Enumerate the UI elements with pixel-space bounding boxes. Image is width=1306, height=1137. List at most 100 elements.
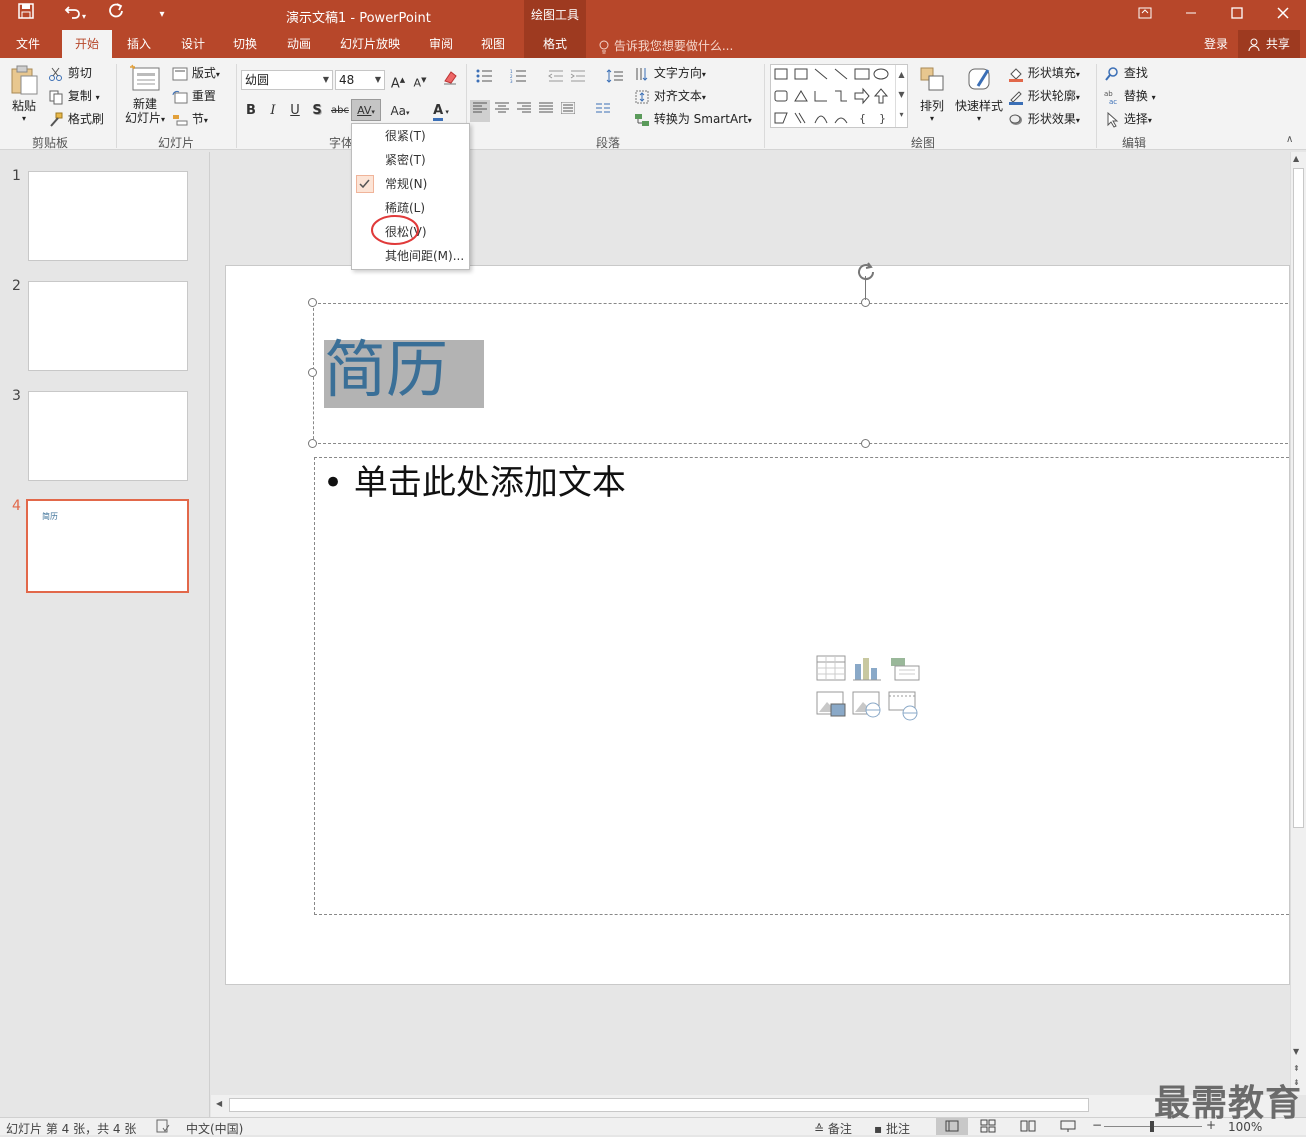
numbering-icon[interactable]: 123: [504, 69, 534, 91]
font-size-combo[interactable]: 48 ▼: [335, 70, 385, 90]
hscroll-thumb[interactable]: [229, 1098, 1089, 1112]
tab-transitions[interactable]: 切换: [222, 30, 268, 58]
undo-icon[interactable]: ▾: [58, 3, 92, 27]
align-right-icon[interactable]: [514, 100, 534, 122]
scroll-up-icon[interactable]: ▲: [1293, 154, 1299, 163]
text-direction-button[interactable]: 文字方向▾: [634, 64, 706, 82]
shape-fill-button[interactable]: 形状填充▾: [1008, 64, 1080, 82]
tab-view[interactable]: 视图: [470, 30, 516, 58]
close-icon[interactable]: [1260, 0, 1306, 30]
bold-button[interactable]: B: [241, 100, 261, 122]
notes-button[interactable]: ≙ 备注: [814, 1120, 852, 1137]
horizontal-scrollbar[interactable]: ◀: [211, 1095, 1290, 1117]
customize-qat-icon[interactable]: ▾: [150, 3, 174, 27]
paste-button[interactable]: 粘贴 ▾: [8, 64, 40, 123]
scroll-thumb[interactable]: [1293, 168, 1304, 828]
tab-slideshow[interactable]: 幻灯片放映: [330, 30, 410, 58]
resize-handle[interactable]: [308, 368, 317, 377]
minimize-icon[interactable]: [1168, 0, 1214, 30]
body-text[interactable]: • 单击此处添加文本: [323, 460, 626, 506]
zoom-out-icon[interactable]: −: [1092, 1118, 1102, 1132]
shape-effects-button[interactable]: 形状效果▾: [1008, 110, 1080, 128]
reading-view-icon[interactable]: [1020, 1119, 1036, 1136]
reset-button[interactable]: 重置: [172, 87, 216, 104]
slide-title[interactable]: 简历: [324, 332, 448, 408]
slide-thumbnail-2[interactable]: [28, 281, 188, 371]
copy-button[interactable]: 复制 ▾: [48, 87, 100, 105]
character-spacing-button[interactable]: AV▾: [351, 99, 381, 121]
strikethrough-button[interactable]: abc: [329, 100, 351, 122]
justify-icon[interactable]: [536, 100, 556, 122]
columns-icon[interactable]: [590, 100, 620, 122]
resize-handle[interactable]: [861, 439, 870, 448]
slide-editor[interactable]: 简历 • 单击此处添加文本: [225, 262, 1294, 985]
line-spacing-icon[interactable]: [600, 69, 630, 91]
shrink-font-icon[interactable]: A▼: [410, 69, 430, 91]
section-button[interactable]: 节▾: [172, 110, 208, 127]
redo-icon[interactable]: [104, 3, 128, 27]
bullets-icon[interactable]: [470, 69, 500, 91]
decrease-indent-icon[interactable]: [546, 69, 566, 91]
slideshow-view-icon[interactable]: [1060, 1119, 1076, 1136]
language-status[interactable]: 中文(中国): [186, 1120, 243, 1137]
scroll-left-icon[interactable]: ◀: [216, 1099, 222, 1108]
align-center-icon[interactable]: [492, 100, 512, 122]
convert-smartart-button[interactable]: 转换为 SmartArt▾: [634, 110, 752, 128]
arrange-button[interactable]: 排列 ▾: [914, 64, 950, 123]
slide-thumbnail-1[interactable]: [28, 171, 188, 261]
spacing-normal[interactable]: 常规(N): [352, 172, 469, 196]
maximize-icon[interactable]: [1214, 0, 1260, 30]
collapse-ribbon-icon[interactable]: ∧: [1286, 134, 1293, 145]
tab-animations[interactable]: 动画: [276, 30, 322, 58]
shapes-gallery[interactable]: {} ▲ ▼ ▾: [770, 64, 908, 128]
clear-format-icon[interactable]: [440, 69, 460, 91]
underline-button[interactable]: U: [285, 100, 305, 122]
resize-handle[interactable]: [308, 298, 317, 307]
find-button[interactable]: 查找: [1104, 64, 1148, 82]
login-link[interactable]: 登录: [1196, 30, 1236, 58]
comments-button[interactable]: ▪ 批注: [874, 1120, 910, 1137]
title-placeholder[interactable]: 简历: [313, 303, 1293, 444]
distributed-icon[interactable]: [558, 100, 578, 122]
ribbon-display-icon[interactable]: [1122, 0, 1168, 30]
change-case-button[interactable]: Aa▾: [386, 100, 414, 122]
tab-file[interactable]: 文件: [4, 30, 52, 58]
tell-me-box[interactable]: 告诉我您想要做什么...: [598, 37, 733, 54]
resize-handle[interactable]: [308, 439, 317, 448]
quick-styles-button[interactable]: 快速样式 ▾: [954, 64, 1004, 123]
shape-outline-button[interactable]: 形状轮廓▾: [1008, 87, 1080, 105]
previous-slide-icon[interactable]: ⇞: [1293, 1064, 1300, 1073]
italic-button[interactable]: I: [263, 100, 283, 122]
tab-design[interactable]: 设计: [170, 30, 216, 58]
spacing-tight[interactable]: 紧密(T): [352, 148, 469, 172]
vertical-scrollbar[interactable]: ▲ ▼ ⇞ ⇟: [1290, 152, 1306, 1095]
align-left-icon[interactable]: [470, 100, 490, 122]
share-button[interactable]: 共享: [1238, 30, 1300, 58]
tab-format[interactable]: 格式: [524, 30, 586, 58]
scroll-down-icon[interactable]: ▼: [1293, 1047, 1299, 1056]
spacing-very-tight[interactable]: 很紧(T): [352, 124, 469, 148]
text-shadow-button[interactable]: S: [307, 100, 327, 122]
save-icon[interactable]: [14, 3, 38, 27]
tab-home[interactable]: 开始: [62, 30, 112, 58]
slide-thumbnail-3[interactable]: [28, 391, 188, 481]
body-placeholder[interactable]: • 单击此处添加文本: [314, 457, 1294, 915]
layout-button[interactable]: 版式▾: [172, 64, 220, 81]
spacing-more-options[interactable]: 其他间距(M)...: [352, 244, 469, 268]
normal-view-icon[interactable]: [936, 1118, 968, 1135]
spell-check-icon[interactable]: [156, 1119, 170, 1136]
format-painter-button[interactable]: 格式刷: [48, 110, 104, 128]
tab-insert[interactable]: 插入: [116, 30, 162, 58]
tab-review[interactable]: 审阅: [418, 30, 464, 58]
rotate-handle-icon[interactable]: [854, 260, 878, 284]
slide-thumbnail-4[interactable]: 简历: [26, 499, 189, 593]
grow-font-icon[interactable]: A▲: [388, 69, 408, 91]
replace-button[interactable]: ab ac 替换 ▾: [1104, 87, 1156, 105]
cut-button[interactable]: 剪切: [48, 64, 92, 82]
align-text-button[interactable]: 对齐文本▾: [634, 87, 706, 105]
font-name-combo[interactable]: 幼圆 ▼: [241, 70, 333, 90]
new-slide-button[interactable]: 新建 幻灯片▾: [122, 64, 168, 127]
font-color-button[interactable]: A ▾: [426, 100, 456, 122]
select-button[interactable]: 选择▾: [1104, 110, 1152, 128]
increase-indent-icon[interactable]: [568, 69, 588, 91]
